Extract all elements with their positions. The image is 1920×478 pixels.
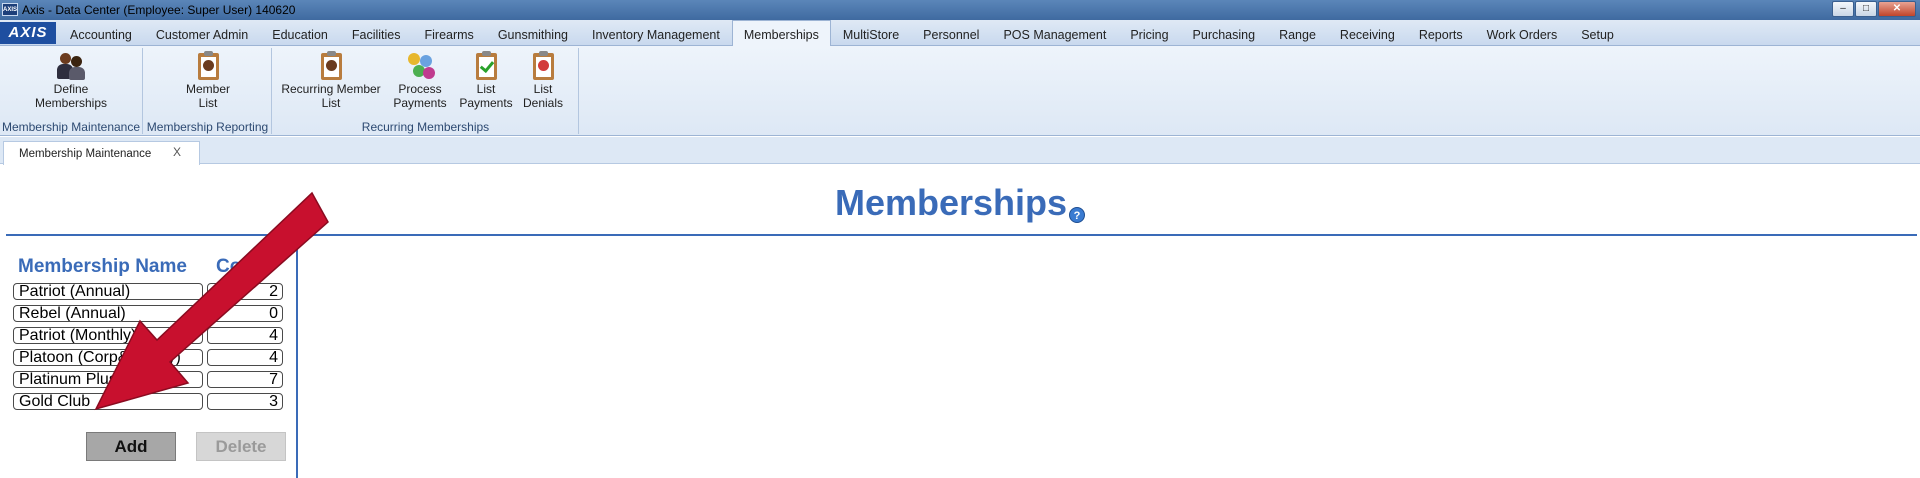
money-icon bbox=[405, 50, 435, 80]
menu-tab-accounting[interactable]: Accounting bbox=[58, 20, 144, 46]
page-heading: Memberships? bbox=[0, 182, 1920, 224]
heading-divider bbox=[6, 234, 1917, 236]
menu-tab-customer-admin[interactable]: Customer Admin bbox=[144, 20, 260, 46]
axis-logo[interactable]: AXIS bbox=[0, 22, 56, 44]
ribbon-group-label: Recurring Memberships bbox=[361, 120, 490, 134]
title-bar: AXIS Axis - Data Center (Employee: Super… bbox=[0, 0, 1920, 20]
membership-count-cell[interactable]: 0 bbox=[207, 305, 283, 322]
process-payments-button[interactable]: Process Payments bbox=[390, 50, 450, 110]
ribbon-button-label: List Denials bbox=[522, 82, 564, 110]
membership-name-cell[interactable]: Patriot (Annual) bbox=[13, 283, 203, 300]
doc-tab-label: Membership Maintenance bbox=[19, 148, 152, 160]
menu-tab-firearms[interactable]: Firearms bbox=[413, 20, 486, 46]
menu-tab-purchasing[interactable]: Purchasing bbox=[1181, 20, 1268, 46]
membership-count-cell[interactable]: 4 bbox=[207, 327, 283, 344]
clipboard-person-icon bbox=[316, 50, 346, 80]
menu-bar: AXIS Accounting Customer Admin Education Fa… bbox=[0, 20, 1920, 47]
clipboard-check-icon bbox=[471, 50, 501, 80]
member-list-button[interactable]: Member List bbox=[178, 50, 238, 110]
ribbon-button-label: Recurring Member List bbox=[281, 82, 381, 110]
menu-tab-pos-management[interactable]: POS Management bbox=[991, 20, 1118, 46]
ribbon-group-label: Membership Reporting bbox=[146, 120, 269, 134]
menu-tab-range[interactable]: Range bbox=[1267, 20, 1328, 46]
menu-tab-multistore[interactable]: MultiStore bbox=[831, 20, 911, 46]
add-button[interactable]: Add bbox=[86, 432, 176, 461]
window-title: Axis - Data Center (Employee: Super User… bbox=[22, 3, 296, 17]
ribbon-group-label: Membership Maintenance bbox=[1, 120, 141, 134]
menu-tab-gunsmithing[interactable]: Gunsmithing bbox=[486, 20, 580, 46]
menu-tab-education[interactable]: Education bbox=[260, 20, 340, 46]
window-controls: – □ ✕ bbox=[1832, 1, 1916, 17]
delete-button[interactable]: Delete bbox=[196, 432, 286, 461]
menu-tab-work-orders[interactable]: Work Orders bbox=[1475, 20, 1570, 46]
ribbon-group-recurring-memberships: Recurring Member List Process Payments L… bbox=[273, 48, 579, 134]
column-header-membership-name: Membership Name bbox=[18, 256, 187, 277]
app-logo-icon: AXIS bbox=[2, 3, 18, 16]
ribbon-group-membership-reporting: Member List Membership Reporting bbox=[144, 48, 272, 134]
close-tab-icon[interactable]: X bbox=[173, 145, 181, 159]
list-denials-button[interactable]: List Denials bbox=[518, 50, 568, 110]
menu-tab-receiving[interactable]: Receiving bbox=[1328, 20, 1407, 46]
app-window: AXIS Axis - Data Center (Employee: Super… bbox=[0, 0, 1920, 478]
menu-tab-setup[interactable]: Setup bbox=[1569, 20, 1626, 46]
menu-tab-personnel[interactable]: Personnel bbox=[911, 20, 991, 46]
menu-tab-memberships[interactable]: Memberships bbox=[731, 20, 831, 47]
menu-tab-reports[interactable]: Reports bbox=[1407, 20, 1475, 46]
membership-name-cell[interactable]: Rebel (Annual) bbox=[13, 305, 203, 322]
clipboard-person-icon bbox=[193, 50, 223, 80]
menu-tab-inventory-management[interactable]: Inventory Management bbox=[580, 20, 732, 46]
menu-tab-facilities[interactable]: Facilities bbox=[340, 20, 413, 46]
menu-tab-pricing[interactable]: Pricing bbox=[1118, 20, 1180, 46]
column-header-count: Co bbox=[216, 256, 242, 277]
membership-count-cell[interactable]: 4 bbox=[207, 349, 283, 366]
membership-name-cell[interactable]: Platoon (Corp&Family) bbox=[13, 349, 203, 366]
ribbon-button-label: Member List bbox=[185, 82, 230, 110]
close-window-button[interactable]: ✕ bbox=[1878, 1, 1916, 17]
panel-divider bbox=[296, 248, 298, 478]
page-title: Memberships bbox=[834, 182, 1068, 223]
membership-name-cell[interactable]: Platinum Plus bbox=[13, 371, 203, 388]
membership-name-cell[interactable]: Gold Club bbox=[13, 393, 203, 410]
membership-count-cell[interactable]: 2 bbox=[207, 283, 283, 300]
maximize-button[interactable]: □ bbox=[1855, 1, 1877, 17]
people-icon bbox=[56, 50, 86, 80]
membership-count-cell[interactable]: 3 bbox=[207, 393, 283, 410]
ribbon-button-label: Process Payments bbox=[393, 82, 447, 110]
ribbon-button-label: Define Memberships bbox=[34, 82, 108, 110]
list-payments-button[interactable]: List Payments bbox=[456, 50, 516, 110]
clipboard-x-icon bbox=[528, 50, 558, 80]
ribbon-group-membership-maintenance: Define Memberships Membership Maintenanc… bbox=[0, 48, 143, 134]
define-memberships-button[interactable]: Define Memberships bbox=[26, 50, 116, 110]
membership-name-cell[interactable]: Patriot (Monthly) bbox=[13, 327, 203, 344]
document-tab-strip: Membership Maintenance X bbox=[0, 137, 1920, 165]
membership-count-cell[interactable]: 7 bbox=[207, 371, 283, 388]
ribbon: Define Memberships Membership Maintenanc… bbox=[0, 46, 1920, 136]
ribbon-button-label: List Payments bbox=[459, 82, 513, 110]
recurring-member-list-button[interactable]: Recurring Member List bbox=[281, 50, 381, 110]
minimize-button[interactable]: – bbox=[1832, 1, 1854, 17]
doc-tab-membership-maintenance[interactable]: Membership Maintenance X bbox=[3, 141, 200, 165]
menu-tabs: Accounting Customer Admin Education Facilit… bbox=[58, 20, 1626, 47]
help-icon[interactable]: ? bbox=[1069, 207, 1086, 223]
